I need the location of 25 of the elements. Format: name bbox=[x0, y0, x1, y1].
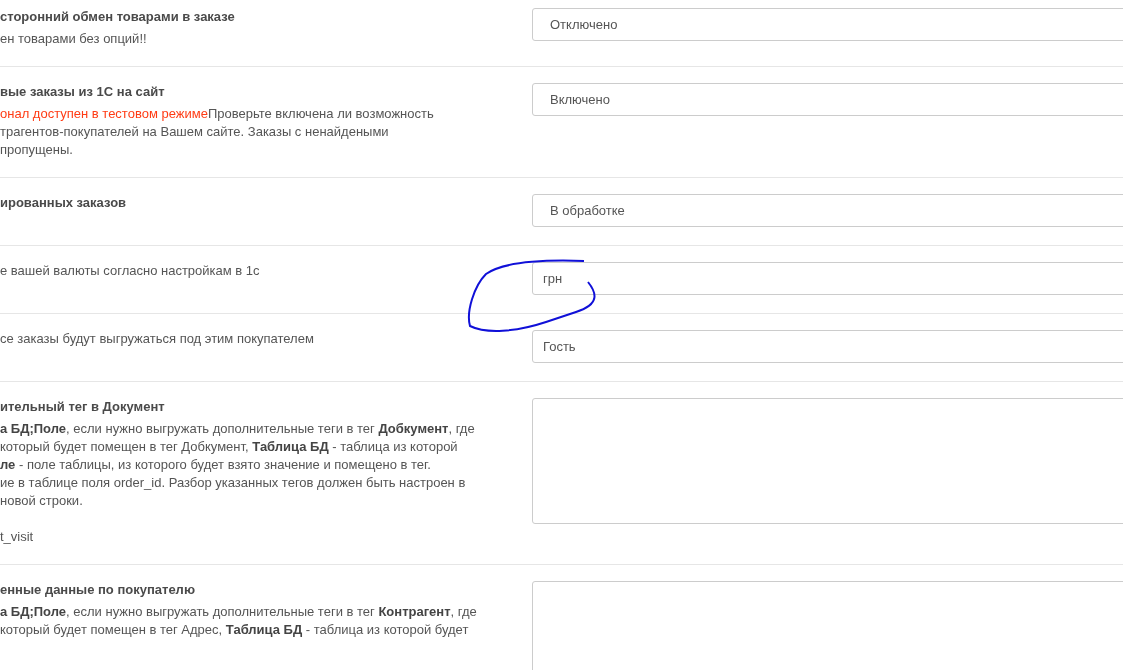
setting-title: сторонний обмен товарами в заказе bbox=[0, 8, 236, 26]
select-field[interactable]: Отключено bbox=[532, 8, 1123, 41]
setting-title: енные данные по покупателю bbox=[0, 581, 196, 599]
text-area[interactable] bbox=[532, 398, 1123, 524]
setting-description: ен товарами без опций!! bbox=[0, 30, 148, 48]
setting-title: ительный тег в Документ bbox=[0, 398, 166, 416]
select-field[interactable]: Включено bbox=[532, 83, 1123, 116]
setting-description: новой строки. bbox=[0, 492, 84, 510]
select-field[interactable]: В обработке bbox=[532, 194, 1123, 227]
setting-description: а БД;Поле, если нужно выгружать дополнительные теги в тег Добкумент, где bbox=[0, 420, 476, 438]
setting-title: вые заказы из 1С на сайт bbox=[0, 83, 166, 101]
setting-description: е вашей валюты согласно настройкам в 1с bbox=[0, 262, 261, 280]
setting-title: ированных заказов bbox=[0, 194, 128, 212]
setting-description: онал доступен в тестовом режимеПроверьте включена ли возможность bbox=[0, 105, 435, 123]
setting-description: который будет помещен в тег Адрес, Таблица БД - таблица из которой будет bbox=[0, 621, 470, 639]
setting-description: се заказы будут выгружаться под этим покупателем bbox=[0, 330, 315, 348]
setting-description: t_visit bbox=[0, 528, 35, 546]
input-field[interactable]: грн bbox=[532, 262, 1123, 295]
setting-description: трагентов-покупателей на Вашем сайте. Заказы с ненайдеными bbox=[0, 123, 390, 141]
setting-description: а БД;Поле, если нужно выгружать дополнительные теги в тег Контрагент, где bbox=[0, 603, 478, 621]
input-field[interactable]: Гость bbox=[532, 330, 1123, 363]
setting-description: ие в таблице поля order_id. Разбор указанных тегов должен быть настроен в bbox=[0, 474, 467, 492]
setting-description: который будет помещен в тег Добкумент, Таблица БД - таблица из которой bbox=[0, 438, 459, 456]
setting-description: ле - поле таблицы, из которого будет взято значение и помещено в тег. bbox=[0, 456, 432, 474]
setting-description: пропущены. bbox=[0, 141, 74, 159]
